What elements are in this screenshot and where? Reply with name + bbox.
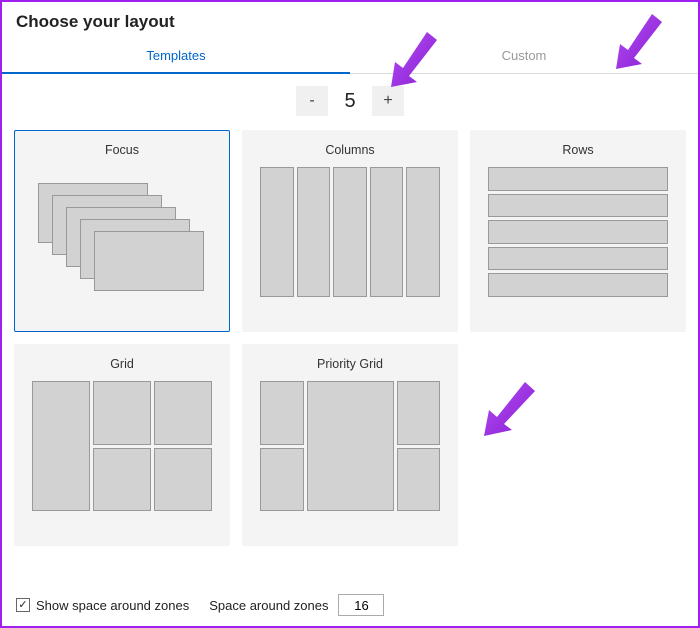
space-label: Space around zones (209, 598, 328, 613)
layout-card-grid[interactable]: Grid (14, 344, 230, 546)
priority-grid-preview (260, 381, 440, 511)
layout-chooser-window: Choose your layout Templates Custom - 5 … (0, 0, 700, 628)
zone-count-value: 5 (336, 90, 364, 113)
space-around-zones-wrap: Space around zones (209, 594, 384, 616)
grid-preview (32, 381, 212, 511)
space-around-zones-input[interactable] (338, 594, 384, 616)
decrement-button[interactable]: - (296, 86, 328, 116)
zone-count-stepper: - 5 + (2, 74, 698, 122)
tab-bar: Templates Custom (2, 40, 698, 74)
layout-card-focus[interactable]: Focus (14, 130, 230, 332)
show-space-label: Show space around zones (36, 598, 189, 613)
card-title: Focus (105, 139, 139, 167)
layout-card-priority-grid[interactable]: Priority Grid (242, 344, 458, 546)
page-title: Choose your layout (2, 2, 698, 40)
increment-button[interactable]: + (372, 86, 404, 116)
show-space-checkbox-wrap[interactable]: ✓ Show space around zones (16, 598, 189, 613)
card-title: Priority Grid (317, 353, 383, 381)
card-title: Rows (562, 139, 593, 167)
footer-bar: ✓ Show space around zones Space around z… (2, 588, 698, 626)
rows-preview (488, 167, 668, 297)
layout-grid: Focus Columns Rows (2, 122, 698, 554)
card-title: Columns (325, 139, 374, 167)
checkbox-icon[interactable]: ✓ (16, 598, 30, 612)
layout-card-rows[interactable]: Rows (470, 130, 686, 332)
layout-card-columns[interactable]: Columns (242, 130, 458, 332)
tab-templates[interactable]: Templates (2, 40, 350, 74)
focus-preview (32, 167, 212, 297)
columns-preview (260, 167, 440, 297)
tab-custom[interactable]: Custom (350, 40, 698, 73)
card-title: Grid (110, 353, 134, 381)
